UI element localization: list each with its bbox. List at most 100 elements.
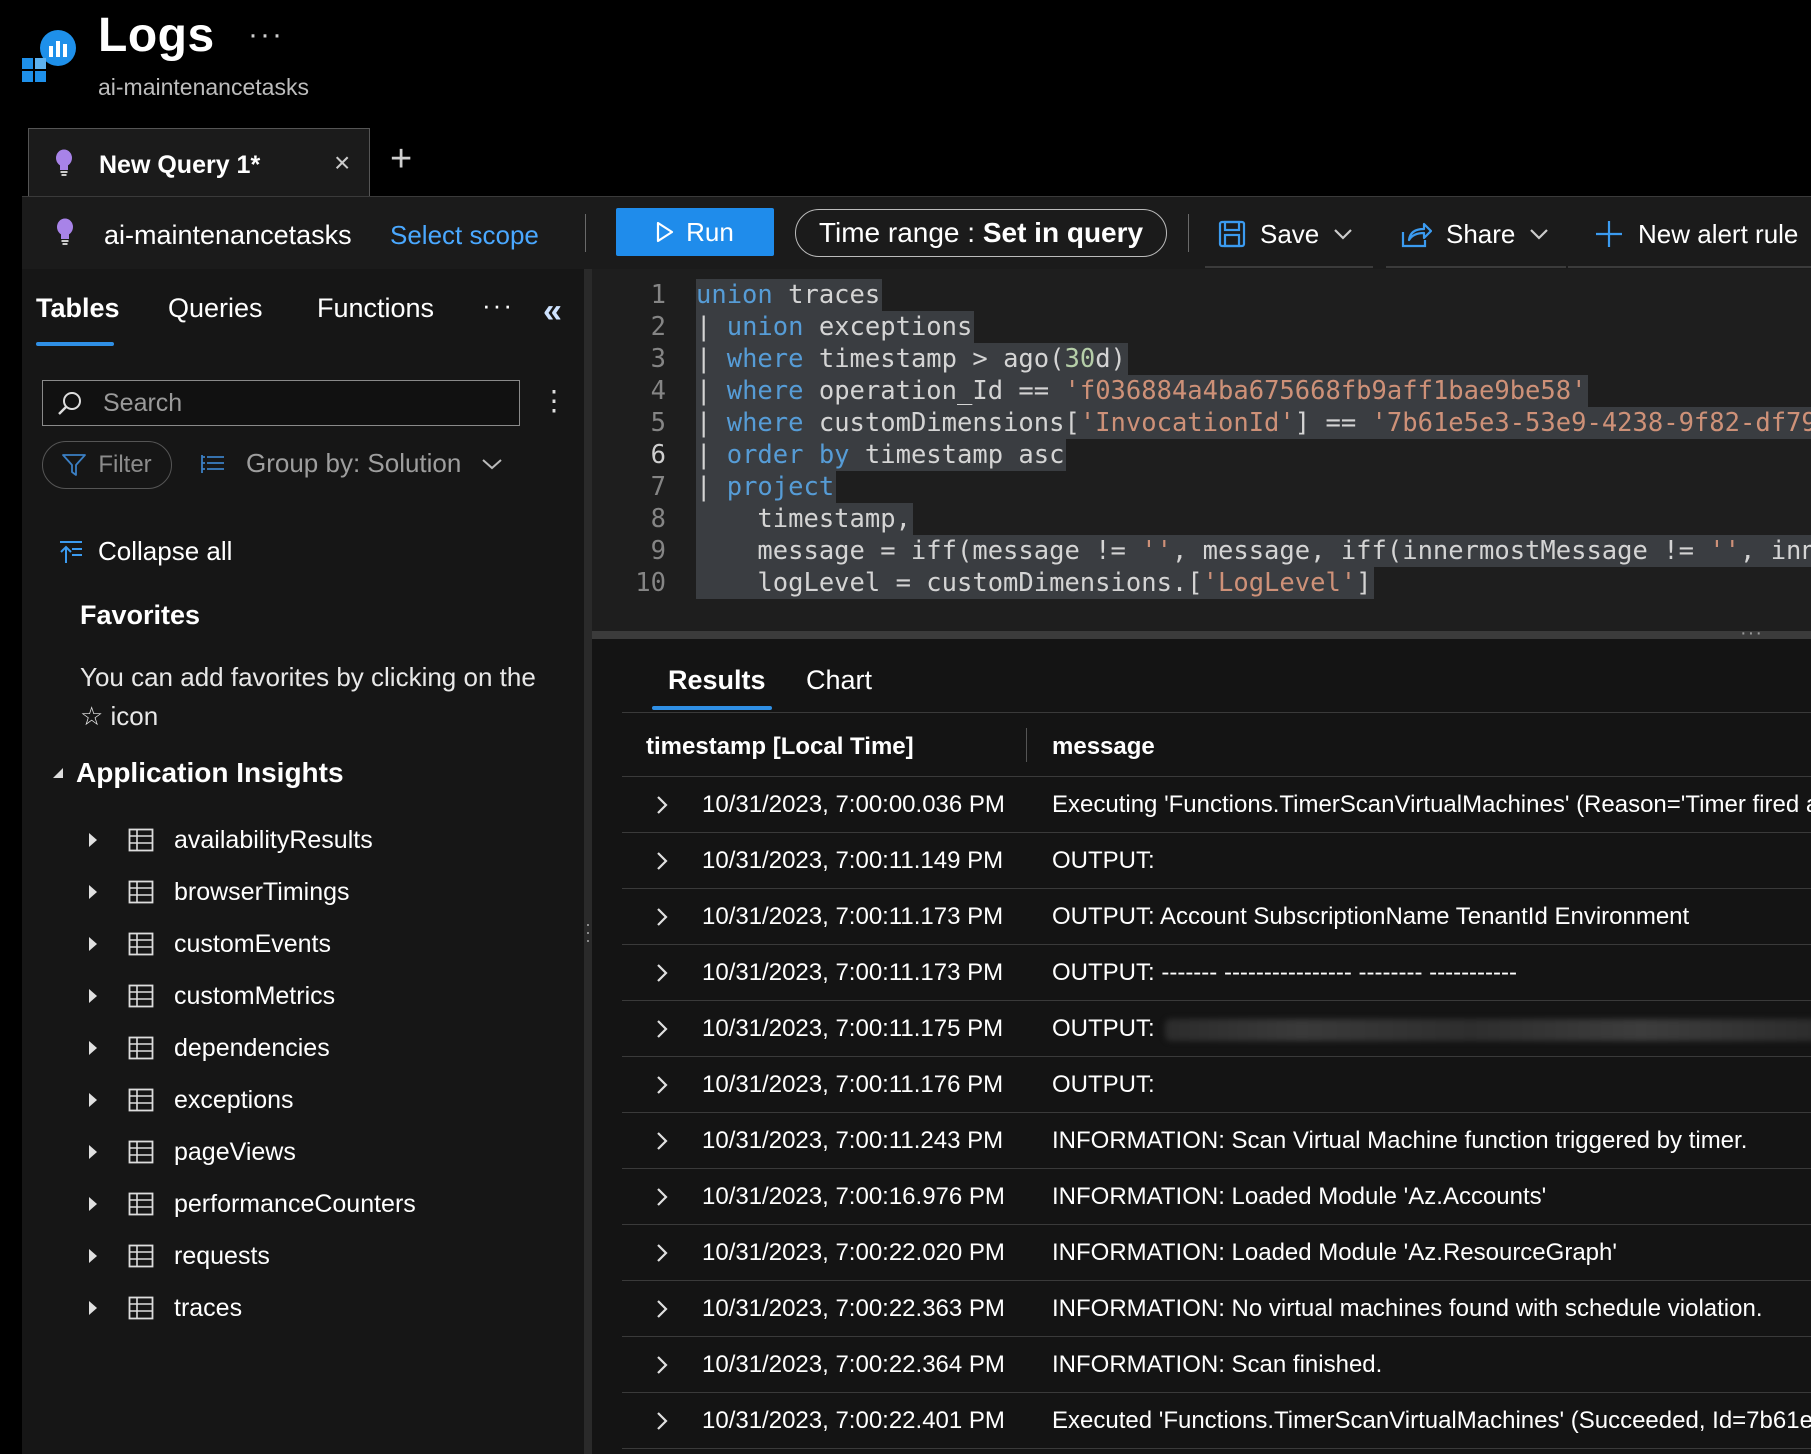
message-text: Executing 'Functions.TimerScanVirtualMac… [1052, 791, 1811, 818]
search-input[interactable] [101, 387, 505, 419]
search-field[interactable] [42, 380, 520, 426]
code-line: | where operation_Id == 'f036884a4ba6756… [696, 375, 1589, 407]
expand-row-chevron-icon[interactable] [656, 963, 668, 983]
expand-row-chevron-icon[interactable] [656, 1411, 668, 1431]
application-insights-group[interactable]: Application Insights [52, 757, 344, 789]
run-button[interactable]: Run [616, 208, 774, 256]
table-tree-item[interactable]: browserTimings [88, 866, 350, 918]
table-row[interactable]: 10/31/2023, 7:00:16.976 PM INFORMATION: L… [622, 1169, 1811, 1225]
caret-right-icon[interactable] [88, 884, 100, 900]
panel-more-button[interactable]: ··· [482, 290, 514, 321]
table-row[interactable]: 10/31/2023, 7:00:22.401 PM Executed 'Func… [622, 1393, 1811, 1449]
filter-button[interactable]: Filter [42, 441, 172, 489]
message-cell: OUTPUT: [1052, 847, 1155, 875]
results-tabs-divider [622, 712, 1811, 713]
caret-down-icon [52, 767, 64, 779]
tab-new-query-1[interactable]: New Query 1* × [28, 128, 370, 196]
timestamp-cell: 10/31/2023, 7:00:22.363 PM [702, 1295, 1005, 1322]
chevron-down-icon [1333, 228, 1353, 240]
column-header-timestamp[interactable]: timestamp [Local Time] [646, 733, 914, 761]
new-alert-rule-button[interactable]: New alert rule [1594, 212, 1798, 256]
expand-row-chevron-icon[interactable] [656, 1131, 668, 1151]
share-button[interactable]: Share [1400, 212, 1549, 256]
caret-right-icon[interactable] [88, 1144, 100, 1160]
table-row[interactable]: 10/31/2023, 7:00:11.243 PM INFORMATION: S… [622, 1113, 1811, 1169]
search-options-kebab-icon[interactable]: ⋮ [540, 384, 568, 417]
collapse-all-button[interactable]: Collapse all [58, 536, 232, 567]
line-number: 2 [650, 312, 666, 342]
caret-right-icon[interactable] [88, 1092, 100, 1108]
group-by-dropdown[interactable]: Group by: Solution [200, 448, 503, 479]
table-name: requests [174, 1241, 270, 1270]
expand-row-chevron-icon[interactable] [656, 907, 668, 927]
table-tree-item[interactable]: performanceCounters [88, 1178, 416, 1230]
caret-right-icon[interactable] [88, 1040, 100, 1056]
collapse-panel-button[interactable]: « [543, 292, 562, 331]
expand-row-chevron-icon[interactable] [656, 1299, 668, 1319]
table-row[interactable]: 10/31/2023, 7:00:22.363 PM INFORMATION: N… [622, 1281, 1811, 1337]
caret-right-icon[interactable] [88, 936, 100, 952]
table-tree-item[interactable]: dependencies [88, 1022, 330, 1074]
code-line: | project [696, 471, 837, 503]
filter-funnel-icon [62, 454, 87, 476]
table-tree-item[interactable]: requests [88, 1230, 270, 1282]
active-results-tab-indicator [652, 706, 772, 710]
active-tab-indicator [36, 342, 114, 346]
table-row[interactable]: 10/31/2023, 7:00:11.173 PM OUTPUT: Accoun… [622, 889, 1811, 945]
editor-results-splitter[interactable] [592, 631, 1811, 639]
share-button-underline [1386, 266, 1566, 268]
caret-right-icon[interactable] [88, 988, 100, 1004]
caret-right-icon[interactable] [88, 1248, 100, 1264]
table-row[interactable]: 10/31/2023, 7:00:11.173 PM OUTPUT: ------… [622, 945, 1811, 1001]
tab-chart[interactable]: Chart [806, 665, 872, 696]
column-resize-handle[interactable] [1026, 728, 1027, 762]
column-header-message[interactable]: message [1052, 733, 1155, 761]
time-range-picker[interactable]: Time range : Set in query [795, 209, 1167, 257]
play-icon [656, 221, 674, 243]
caret-right-icon[interactable] [88, 1196, 100, 1212]
timestamp-cell: 10/31/2023, 7:00:11.173 PM [702, 959, 1004, 986]
table-row[interactable]: 10/31/2023, 7:00:11.176 PM OUTPUT: [622, 1057, 1811, 1113]
table-name: availabilityResults [174, 825, 373, 854]
save-button[interactable]: Save [1218, 212, 1353, 256]
more-options-button[interactable]: ··· [248, 18, 284, 52]
table-tree-item[interactable]: customMetrics [88, 970, 335, 1022]
group-label: Application Insights [76, 757, 344, 788]
table-row[interactable]: 10/31/2023, 7:00:00.036 PM Executing 'Fun… [622, 777, 1811, 833]
table-tree-item[interactable]: pageViews [88, 1126, 296, 1178]
query-editor[interactable]: 1 union traces 2 | union exceptions 3 | whe… [592, 269, 1811, 631]
table-row[interactable]: 10/31/2023, 7:00:11.149 PM OUTPUT: [622, 833, 1811, 889]
expand-row-chevron-icon[interactable] [656, 1355, 668, 1375]
caret-right-icon[interactable] [88, 1300, 100, 1316]
expand-row-chevron-icon[interactable] [656, 1243, 668, 1263]
expand-row-chevron-icon[interactable] [656, 1187, 668, 1207]
timestamp-cell: 10/31/2023, 7:00:11.173 PM [702, 903, 1004, 930]
expand-row-chevron-icon[interactable] [656, 851, 668, 871]
caret-right-icon[interactable] [88, 832, 100, 848]
code-line: | where timestamp > ago(30d) [696, 343, 1128, 375]
tab-functions[interactable]: Functions [317, 293, 434, 324]
expand-row-chevron-icon[interactable] [656, 795, 668, 815]
close-tab-icon[interactable]: × [334, 147, 350, 179]
tab-results[interactable]: Results [668, 665, 766, 696]
timestamp-cell: 10/31/2023, 7:00:16.976 PM [702, 1183, 1005, 1210]
panel-resize-handle[interactable] [584, 269, 592, 1454]
tab-tables[interactable]: Tables [36, 293, 120, 324]
table-tree-item[interactable]: exceptions [88, 1074, 294, 1126]
table-grid-icon [128, 932, 154, 956]
select-scope-link[interactable]: Select scope [390, 220, 539, 251]
table-tree-item[interactable]: customEvents [88, 918, 331, 970]
table-tree-item[interactable]: availabilityResults [88, 814, 373, 866]
expand-row-chevron-icon[interactable] [656, 1019, 668, 1039]
add-tab-button[interactable]: + [390, 138, 412, 181]
table-row[interactable]: 10/31/2023, 7:00:22.020 PM INFORMATION: L… [622, 1225, 1811, 1281]
table-row[interactable]: 10/31/2023, 7:00:22.364 PM INFORMATION: S… [622, 1337, 1811, 1393]
line-number: 6 [650, 440, 666, 470]
table-row[interactable]: 10/31/2023, 7:00:11.175 PM OUTPUT: [622, 1001, 1811, 1057]
tab-queries[interactable]: Queries [168, 293, 263, 324]
time-range-value: Set in query [982, 217, 1144, 248]
table-tree-item[interactable]: traces [88, 1282, 242, 1334]
save-disk-icon [1218, 220, 1246, 248]
save-label: Save [1260, 218, 1320, 249]
expand-row-chevron-icon[interactable] [656, 1075, 668, 1095]
